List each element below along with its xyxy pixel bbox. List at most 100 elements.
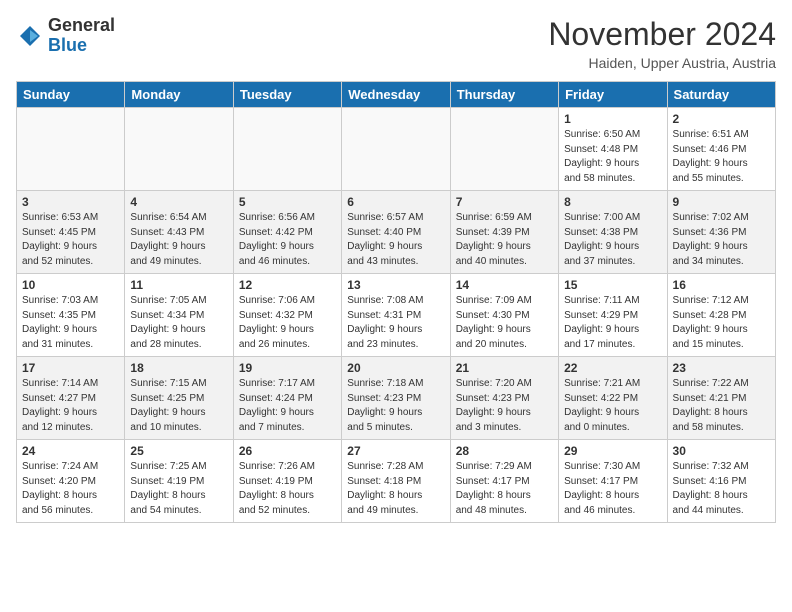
logo-icon	[16, 22, 44, 50]
day-info: Sunrise: 7:02 AM Sunset: 4:36 PM Dayligh…	[673, 211, 770, 269]
page-header: General Blue November 2024 Haiden, Upper…	[16, 16, 776, 71]
day-number: 22	[564, 361, 661, 375]
calendar-cell: 23 Sunrise: 7:22 AM Sunset: 4:21 PM Dayli…	[667, 357, 775, 440]
calendar-cell: 26Sunrise: 7:26 AM Sunset: 4:19 PM Dayli…	[233, 440, 341, 523]
day-info: Sunrise: 6:56 AM Sunset: 4:42 PM Dayligh…	[239, 211, 336, 269]
day-info: Sunrise: 7:28 AM Sunset: 4:18 PM Dayligh…	[347, 460, 444, 518]
calendar-cell: 19 Sunrise: 7:17 AM Sunset: 4:24 PM Dayli…	[233, 357, 341, 440]
calendar-cell: 16 Sunrise: 7:12 AM Sunset: 4:28 PM Dayli…	[667, 274, 775, 357]
day-info: Sunrise: 6:51 AM Sunset: 4:46 PM Dayligh…	[673, 128, 770, 186]
day-info: Sunrise: 7:32 AM Sunset: 4:16 PM Dayligh…	[673, 460, 770, 518]
day-number: 21	[456, 361, 553, 375]
day-number: 23	[673, 361, 770, 375]
logo: General Blue	[16, 16, 115, 56]
day-info: Sunrise: 7:26 AM Sunset: 4:19 PM Dayligh…	[239, 460, 336, 518]
day-number: 16	[673, 278, 770, 292]
calendar-week-row: 24 Sunrise: 7:24 AM Sunset: 4:20 PM Dayli…	[17, 440, 776, 523]
calendar-cell	[450, 108, 558, 191]
day-number: 13	[347, 278, 444, 292]
calendar-cell: 22 Sunrise: 7:21 AM Sunset: 4:22 PM Dayli…	[559, 357, 667, 440]
day-number: 11	[130, 278, 227, 292]
weekday-header: Friday	[559, 82, 667, 108]
day-number: 1	[564, 112, 661, 126]
day-info: Sunrise: 7:18 AM Sunset: 4:23 PM Dayligh…	[347, 377, 444, 435]
calendar-cell: 21 Sunrise: 7:20 AM Sunset: 4:23 PM Dayli…	[450, 357, 558, 440]
weekday-header-row: SundayMondayTuesdayWednesdayThursdayFrid…	[17, 82, 776, 108]
day-info: Sunrise: 6:59 AM Sunset: 4:39 PM Dayligh…	[456, 211, 553, 269]
day-number: 5	[239, 195, 336, 209]
day-number: 15	[564, 278, 661, 292]
day-number: 3	[22, 195, 119, 209]
weekday-header: Monday	[125, 82, 233, 108]
day-info: Sunrise: 7:03 AM Sunset: 4:35 PM Dayligh…	[22, 294, 119, 352]
calendar-cell: 15Sunrise: 7:11 AM Sunset: 4:29 PM Dayli…	[559, 274, 667, 357]
calendar-cell: 9 Sunrise: 7:02 AM Sunset: 4:36 PM Daylig…	[667, 191, 775, 274]
day-number: 30	[673, 444, 770, 458]
calendar-cell: 29 Sunrise: 7:30 AM Sunset: 4:17 PM Dayli…	[559, 440, 667, 523]
day-info: Sunrise: 7:29 AM Sunset: 4:17 PM Dayligh…	[456, 460, 553, 518]
day-number: 6	[347, 195, 444, 209]
calendar-cell: 27 Sunrise: 7:28 AM Sunset: 4:18 PM Dayli…	[342, 440, 450, 523]
calendar-cell: 11 Sunrise: 7:05 AM Sunset: 4:34 PM Dayli…	[125, 274, 233, 357]
day-number: 12	[239, 278, 336, 292]
day-number: 14	[456, 278, 553, 292]
day-info: Sunrise: 7:17 AM Sunset: 4:24 PM Dayligh…	[239, 377, 336, 435]
day-info: Sunrise: 7:08 AM Sunset: 4:31 PM Dayligh…	[347, 294, 444, 352]
day-info: Sunrise: 7:22 AM Sunset: 4:21 PM Dayligh…	[673, 377, 770, 435]
day-info: Sunrise: 7:06 AM Sunset: 4:32 PM Dayligh…	[239, 294, 336, 352]
day-info: Sunrise: 7:09 AM Sunset: 4:30 PM Dayligh…	[456, 294, 553, 352]
calendar-cell	[125, 108, 233, 191]
day-info: Sunrise: 7:21 AM Sunset: 4:22 PM Dayligh…	[564, 377, 661, 435]
day-info: Sunrise: 7:05 AM Sunset: 4:34 PM Dayligh…	[130, 294, 227, 352]
day-number: 9	[673, 195, 770, 209]
day-number: 19	[239, 361, 336, 375]
calendar-cell	[233, 108, 341, 191]
calendar-cell: 13 Sunrise: 7:08 AM Sunset: 4:31 PM Dayli…	[342, 274, 450, 357]
calendar-cell: 2 Sunrise: 6:51 AM Sunset: 4:46 PM Daylig…	[667, 108, 775, 191]
calendar-cell: 4Sunrise: 6:54 AM Sunset: 4:43 PM Daylig…	[125, 191, 233, 274]
day-number: 7	[456, 195, 553, 209]
calendar-cell: 3 Sunrise: 6:53 AM Sunset: 4:45 PM Daylig…	[17, 191, 125, 274]
calendar-cell: 20 Sunrise: 7:18 AM Sunset: 4:23 PM Dayli…	[342, 357, 450, 440]
day-info: Sunrise: 7:24 AM Sunset: 4:20 PM Dayligh…	[22, 460, 119, 518]
weekday-header: Thursday	[450, 82, 558, 108]
day-number: 29	[564, 444, 661, 458]
logo-text: General Blue	[48, 16, 115, 56]
day-info: Sunrise: 6:50 AM Sunset: 4:48 PM Dayligh…	[564, 128, 661, 186]
calendar-cell: 8 Sunrise: 7:00 AM Sunset: 4:38 PM Daylig…	[559, 191, 667, 274]
calendar-cell: 24 Sunrise: 7:24 AM Sunset: 4:20 PM Dayli…	[17, 440, 125, 523]
day-info: Sunrise: 6:53 AM Sunset: 4:45 PM Dayligh…	[22, 211, 119, 269]
day-number: 25	[130, 444, 227, 458]
day-number: 28	[456, 444, 553, 458]
day-number: 24	[22, 444, 119, 458]
month-title: November 2024	[548, 16, 776, 53]
day-number: 10	[22, 278, 119, 292]
day-number: 18	[130, 361, 227, 375]
day-number: 8	[564, 195, 661, 209]
location-subtitle: Haiden, Upper Austria, Austria	[548, 55, 776, 71]
day-number: 20	[347, 361, 444, 375]
day-number: 27	[347, 444, 444, 458]
day-info: Sunrise: 6:57 AM Sunset: 4:40 PM Dayligh…	[347, 211, 444, 269]
calendar-cell: 30 Sunrise: 7:32 AM Sunset: 4:16 PM Dayli…	[667, 440, 775, 523]
day-number: 17	[22, 361, 119, 375]
calendar-week-row: 17 Sunrise: 7:14 AM Sunset: 4:27 PM Dayli…	[17, 357, 776, 440]
day-info: Sunrise: 7:25 AM Sunset: 4:19 PM Dayligh…	[130, 460, 227, 518]
calendar-cell: 10 Sunrise: 7:03 AM Sunset: 4:35 PM Dayli…	[17, 274, 125, 357]
calendar-cell	[342, 108, 450, 191]
day-number: 2	[673, 112, 770, 126]
day-info: Sunrise: 7:20 AM Sunset: 4:23 PM Dayligh…	[456, 377, 553, 435]
calendar-cell	[17, 108, 125, 191]
day-info: Sunrise: 7:00 AM Sunset: 4:38 PM Dayligh…	[564, 211, 661, 269]
calendar-cell: 7 Sunrise: 6:59 AM Sunset: 4:39 PM Daylig…	[450, 191, 558, 274]
day-info: Sunrise: 7:12 AM Sunset: 4:28 PM Dayligh…	[673, 294, 770, 352]
day-info: Sunrise: 7:30 AM Sunset: 4:17 PM Dayligh…	[564, 460, 661, 518]
weekday-header: Tuesday	[233, 82, 341, 108]
calendar-week-row: 10 Sunrise: 7:03 AM Sunset: 4:35 PM Dayli…	[17, 274, 776, 357]
day-info: Sunrise: 7:14 AM Sunset: 4:27 PM Dayligh…	[22, 377, 119, 435]
weekday-header: Wednesday	[342, 82, 450, 108]
calendar-cell: 17 Sunrise: 7:14 AM Sunset: 4:27 PM Dayli…	[17, 357, 125, 440]
calendar-cell: 25 Sunrise: 7:25 AM Sunset: 4:19 PM Dayli…	[125, 440, 233, 523]
calendar-cell: 5 Sunrise: 6:56 AM Sunset: 4:42 PM Daylig…	[233, 191, 341, 274]
calendar-week-row: 3 Sunrise: 6:53 AM Sunset: 4:45 PM Daylig…	[17, 191, 776, 274]
